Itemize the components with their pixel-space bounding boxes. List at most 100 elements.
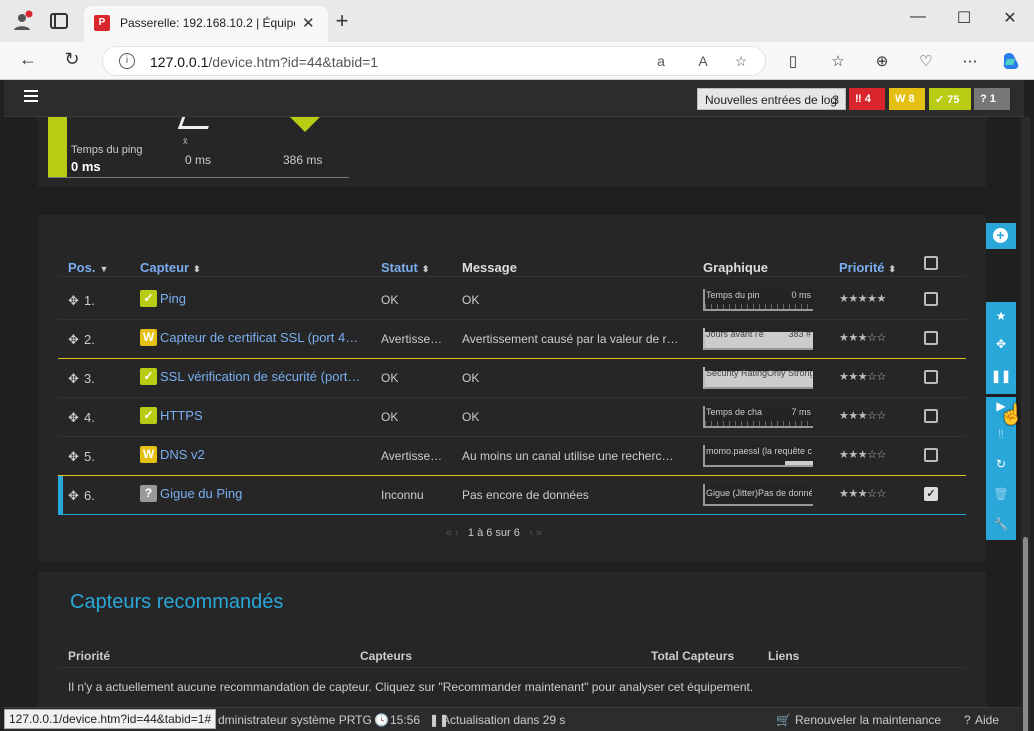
footer-user[interactable]: dministrateur système PRTG xyxy=(218,713,372,727)
drag-handle-icon[interactable]: ✥ xyxy=(68,293,79,309)
window-close-icon[interactable]: ✕ xyxy=(1000,8,1020,28)
row-position: 4. xyxy=(84,410,95,425)
read-aloud-icon[interactable]: A xyxy=(693,53,713,69)
profile-avatar-icon[interactable] xyxy=(10,9,34,33)
priority-stars[interactable]: ★★★☆☆ xyxy=(839,448,886,461)
split-screen-icon[interactable]: ▯ xyxy=(783,52,803,70)
mini-graph[interactable]: Temps du pin 0 ms xyxy=(703,289,813,311)
table-row[interactable]: ✥ 3. ✓ SSL vérification de sécurité (por… xyxy=(58,359,966,398)
priority-stars[interactable]: ★★★★★ xyxy=(839,292,886,305)
sensor-name-link[interactable]: Capteur de certificat SSL (port 44… xyxy=(160,330,363,345)
col-pos-header[interactable]: Pos. ▼ xyxy=(68,260,108,275)
row-checkbox[interactable] xyxy=(924,448,938,462)
move-icon[interactable]: ✥ xyxy=(986,337,1016,351)
renew-maintenance-link[interactable]: Renouveler la maintenance xyxy=(795,713,941,727)
priority-stars[interactable]: ★★★☆☆ xyxy=(839,370,886,383)
col-sensor-header[interactable]: Capteur ⬍ xyxy=(140,260,201,275)
sensor-message: Pas encore de données xyxy=(462,488,589,502)
scrollbar-thumb[interactable] xyxy=(1023,537,1028,731)
warning-count-badge[interactable]: W 8 xyxy=(889,88,925,110)
pause-icon[interactable]: ❚❚ xyxy=(986,369,1016,383)
plus-circle-icon: + xyxy=(993,228,1008,243)
settings-wrench-icon[interactable]: 🔧 xyxy=(986,517,1016,531)
refresh-icon[interactable]: ↻ xyxy=(986,457,1016,471)
delete-trash-icon[interactable]: 🗑 xyxy=(986,487,1016,501)
prtg-topbar: Nouvelles entrées de log 3 ‼ 4 W 8 ✓ 75 ?… xyxy=(4,80,1024,117)
sensor-name-link[interactable]: SSL vérification de sécurité (port … xyxy=(160,369,363,384)
site-info-icon[interactable]: i xyxy=(119,53,135,69)
drag-handle-icon[interactable]: ✥ xyxy=(68,371,79,387)
ok-count-badge[interactable]: ✓ 75 xyxy=(929,88,971,110)
select-all-checkbox[interactable] xyxy=(924,256,938,270)
tab-close-icon[interactable]: ✕ xyxy=(302,14,315,32)
drag-handle-icon[interactable]: ✥ xyxy=(68,488,79,504)
priority-stars[interactable]: ★★★☆☆ xyxy=(839,487,886,500)
row-position: 5. xyxy=(84,449,95,464)
rec-col-sensors: Capteurs xyxy=(360,649,413,663)
mini-graph[interactable]: momo.paessl (la requête c xyxy=(703,445,813,467)
mini-graph[interactable]: Jours avant l'é 383 # xyxy=(703,328,813,350)
status-ok-icon: ✓ xyxy=(140,407,157,424)
col-priority-header[interactable]: Priorité ⬍ xyxy=(839,260,896,275)
browser-essentials-icon[interactable]: ♡ xyxy=(916,52,936,70)
sort-icon: ⬍ xyxy=(421,264,430,274)
new-tab-icon[interactable]: + xyxy=(330,8,354,34)
settings-more-icon[interactable]: ⋯ xyxy=(960,52,980,70)
row-checkbox-checked[interactable]: ✓ xyxy=(924,487,938,501)
table-row[interactable]: ✥ 2. W Capteur de certificat SSL (port 4… xyxy=(58,320,966,359)
url-text: 127.0.0.1/device.htm?id=44&tabid=1 xyxy=(150,54,379,70)
pager-next-icon[interactable]: › » xyxy=(529,527,542,539)
sensor-message: OK xyxy=(462,371,480,385)
drag-handle-icon[interactable]: ✥ xyxy=(68,449,79,465)
favorites-icon[interactable]: ☆ xyxy=(828,52,848,70)
row-checkbox[interactable] xyxy=(924,331,938,345)
col-graph-header: Graphique xyxy=(703,260,769,275)
sensor-name-link[interactable]: Ping xyxy=(160,291,363,306)
tab-actions-icon[interactable] xyxy=(50,13,68,29)
drag-handle-icon[interactable]: ✥ xyxy=(68,332,79,348)
copilot-icon[interactable] xyxy=(1000,50,1022,72)
priority-stars[interactable]: ★★★☆☆ xyxy=(839,409,886,422)
sensor-name-link[interactable]: DNS v2 xyxy=(160,447,363,462)
sort-desc-icon: ▼ xyxy=(99,264,109,274)
reload-icon[interactable]: ↻ xyxy=(61,49,83,70)
col-message-header: Message xyxy=(462,260,517,275)
footer-refresh[interactable]: Actualisation dans 29 s xyxy=(442,713,565,727)
drag-handle-icon[interactable]: ✥ xyxy=(68,410,79,426)
browser-tab-active[interactable]: P Passerelle: 192.168.10.2 | Équipem ✕ xyxy=(84,6,328,42)
tab-title: Passerelle: 192.168.10.2 | Équipem xyxy=(120,16,295,30)
pager-prev-icon[interactable]: « ‹ xyxy=(446,527,459,539)
error-count-badge[interactable]: ‼ 4 xyxy=(849,88,885,110)
sensor-name-link[interactable]: HTTPS xyxy=(160,408,363,423)
address-input[interactable]: i 127.0.0.1/device.htm?id=44&tabid=1 a A… xyxy=(102,46,766,76)
sensor-name-link[interactable]: Gigue du Ping xyxy=(160,486,363,501)
favorite-star-icon[interactable]: ★ xyxy=(986,309,1016,323)
favorite-star-icon[interactable]: ☆ xyxy=(731,53,751,70)
row-checkbox[interactable] xyxy=(924,370,938,384)
minimize-icon[interactable]: — xyxy=(908,8,928,26)
recommended-title: Capteurs recommandés xyxy=(70,591,284,613)
new-log-entries-button[interactable]: Nouvelles entrées de log 3 xyxy=(697,88,846,110)
help-link[interactable]: Aide xyxy=(975,713,999,727)
table-row[interactable]: ✥ 4. ✓ HTTPS OK OK Temps de cha 7 ms ★★★☆… xyxy=(58,398,966,437)
table-row-selected[interactable]: ✥ 6. ? Gigue du Ping Inconnu Pas encore … xyxy=(58,476,966,515)
translate-icon[interactable]: a xyxy=(651,53,671,69)
mini-graph[interactable]: Security RatingOnly Strong P xyxy=(703,367,813,389)
table-row[interactable]: ✥ 5. W DNS v2 Avertisse… Au moins un can… xyxy=(58,437,966,476)
row-checkbox[interactable] xyxy=(924,409,938,423)
back-icon[interactable]: ← xyxy=(17,49,39,70)
status-warning-icon: W xyxy=(140,329,157,346)
acknowledge-alarm-icon[interactable]: ‼ xyxy=(986,427,1016,441)
maximize-icon[interactable]: ☐ xyxy=(954,8,974,28)
page-scrollbar[interactable] xyxy=(1021,117,1030,731)
main-menu-icon[interactable] xyxy=(24,90,38,102)
priority-stars[interactable]: ★★★☆☆ xyxy=(839,331,886,344)
col-status-header[interactable]: Statut ⬍ xyxy=(381,260,429,275)
add-sensor-button[interactable]: + xyxy=(986,223,1016,249)
mini-graph[interactable]: Temps de cha 7 ms xyxy=(703,406,813,428)
mini-graph[interactable]: Gigue (Jitter)Pas de donné xyxy=(703,484,813,506)
row-checkbox[interactable] xyxy=(924,292,938,306)
collections-icon[interactable]: ⊕ xyxy=(872,52,892,70)
unknown-count-badge[interactable]: ? 1 xyxy=(974,88,1010,110)
table-row[interactable]: ✥ 1. ✓ Ping OK OK Temps du pin 0 ms ★★★★★ xyxy=(58,281,966,320)
